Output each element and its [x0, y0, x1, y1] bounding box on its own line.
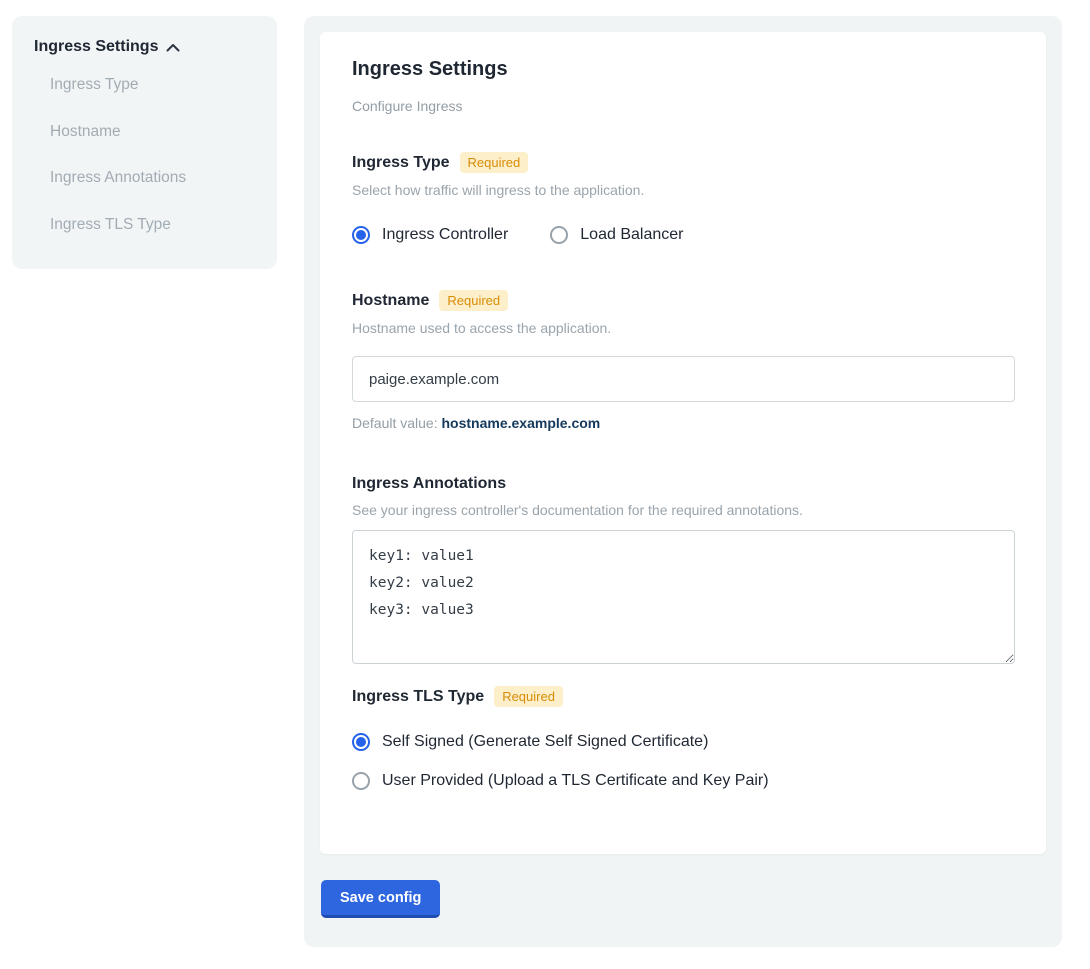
- radio-option-load-balancer[interactable]: Load Balancer: [550, 226, 683, 244]
- ingress-type-description: Select how traffic will ingress to the a…: [352, 182, 1014, 198]
- radio-label-load-balancer: Load Balancer: [580, 226, 683, 244]
- settings-panel: Ingress Settings Configure Ingress Ingre…: [304, 16, 1062, 947]
- sidebar-item-hostname[interactable]: Hostname: [34, 113, 257, 151]
- field-ingress-type: Ingress Type Required Select how traffic…: [352, 152, 1014, 244]
- sidebar-item-ingress-type[interactable]: Ingress Type: [34, 66, 257, 104]
- ingress-type-radio-group: Ingress Controller Load Balancer: [352, 226, 1014, 244]
- card-subtitle: Configure Ingress: [352, 98, 1014, 114]
- ingress-annotations-label: Ingress Annotations: [352, 475, 506, 493]
- sidebar-items: Ingress Type Hostname Ingress Annotation…: [34, 66, 257, 243]
- field-hostname: Hostname Required Hostname used to acces…: [352, 290, 1014, 431]
- sidebar-item-ingress-tls-type[interactable]: Ingress TLS Type: [34, 206, 257, 244]
- hostname-description: Hostname used to access the application.: [352, 320, 1014, 336]
- radio-button-icon: [352, 733, 370, 751]
- ingress-type-label: Ingress Type: [352, 154, 450, 172]
- hostname-input[interactable]: [352, 356, 1015, 402]
- save-config-button[interactable]: Save config: [321, 880, 440, 918]
- hostname-default-value: hostname.example.com: [442, 415, 601, 431]
- hostname-default-label: Default value:: [352, 415, 438, 431]
- ingress-tls-type-label: Ingress TLS Type: [352, 688, 484, 706]
- required-badge: Required: [460, 152, 529, 173]
- field-ingress-tls-type: Ingress TLS Type Required Self Signed (G…: [352, 686, 1014, 790]
- radio-button-icon: [550, 226, 568, 244]
- card-title: Ingress Settings: [352, 58, 1014, 81]
- field-ingress-annotations: Ingress Annotations See your ingress con…: [352, 475, 1014, 664]
- radio-label-ingress-controller: Ingress Controller: [382, 226, 508, 244]
- required-badge: Required: [439, 290, 508, 311]
- ingress-settings-card: Ingress Settings Configure Ingress Ingre…: [320, 32, 1046, 854]
- radio-label-user-provided: User Provided (Upload a TLS Certificate …: [382, 772, 769, 790]
- ingress-annotations-description: See your ingress controller's documentat…: [352, 502, 1014, 518]
- hostname-default-row: Default value: hostname.example.com: [352, 415, 1014, 431]
- radio-button-icon: [352, 772, 370, 790]
- radio-label-self-signed: Self Signed (Generate Self Signed Certif…: [382, 733, 708, 751]
- radio-option-user-provided[interactable]: User Provided (Upload a TLS Certificate …: [352, 772, 1014, 790]
- sidebar-section-label: Ingress Settings: [34, 38, 158, 56]
- required-badge: Required: [494, 686, 563, 707]
- sidebar-item-ingress-annotations[interactable]: Ingress Annotations: [34, 159, 257, 197]
- radio-option-self-signed[interactable]: Self Signed (Generate Self Signed Certif…: [352, 733, 1014, 751]
- sidebar-section-toggle[interactable]: Ingress Settings: [34, 38, 257, 56]
- ingress-tls-type-radio-group: Self Signed (Generate Self Signed Certif…: [352, 733, 1014, 790]
- chevron-up-icon: [166, 43, 180, 52]
- radio-option-ingress-controller[interactable]: Ingress Controller: [352, 226, 508, 244]
- sidebar-nav: Ingress Settings Ingress Type Hostname I…: [12, 16, 277, 269]
- ingress-annotations-textarea[interactable]: key1: value1 key2: value2 key3: value3: [352, 530, 1015, 664]
- radio-button-icon: [352, 226, 370, 244]
- hostname-label: Hostname: [352, 292, 429, 310]
